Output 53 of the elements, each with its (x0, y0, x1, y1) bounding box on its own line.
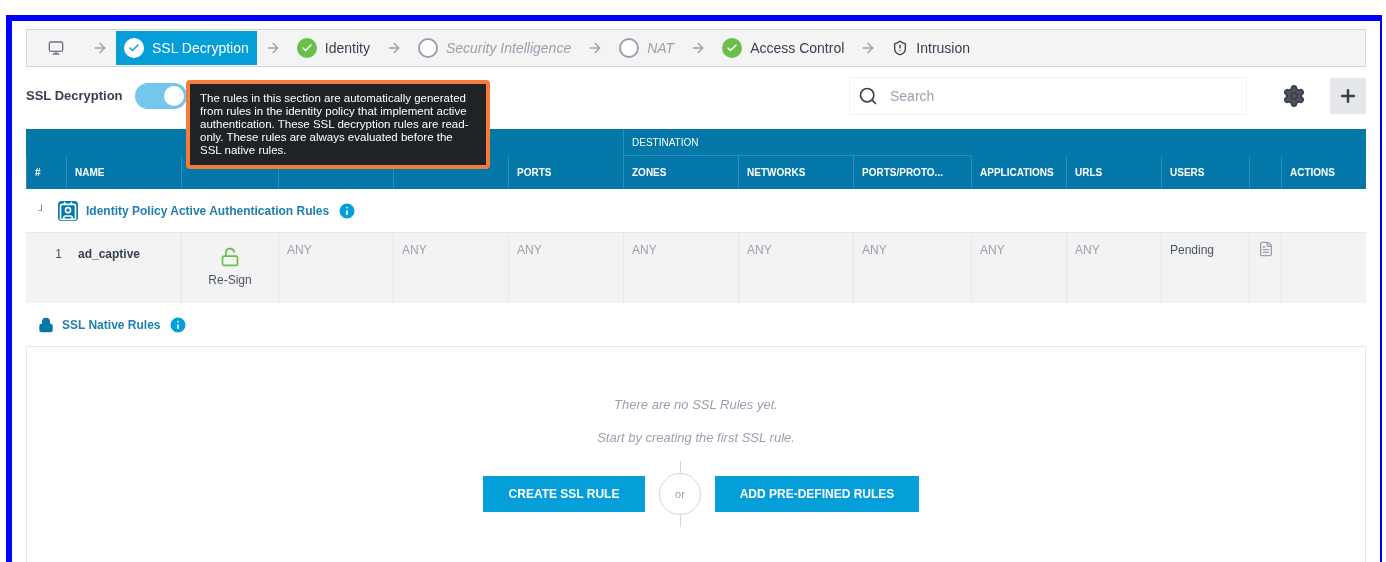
step-tab[interactable]: NAT (611, 31, 683, 65)
search-input[interactable]: Search (890, 85, 1238, 107)
section-title: SSL Decryption (26, 87, 123, 106)
create-rule-button[interactable]: CREATE SSL RULE (483, 476, 645, 512)
table-cell: ANY (623, 233, 738, 303)
table-cell: ANY (1066, 233, 1161, 303)
column-header: PORTS (508, 156, 623, 189)
step-tab[interactable]: Intrusion (884, 31, 978, 65)
column-header: APPLICATIONS (971, 156, 1066, 189)
predefined-rules-button[interactable]: ADD PRE-DEFINED RULES (715, 476, 919, 512)
table-cell-text: 1 (54, 246, 63, 263)
column-header: # (26, 156, 66, 189)
table-cell: ANY (508, 233, 623, 303)
section-heading: SSL Native Rules (62, 316, 161, 334)
table-cell: ANY (853, 233, 971, 303)
column-header: PORTS/PROTO... (853, 156, 971, 189)
column-group-header: DESTINATION (623, 129, 971, 156)
unlock-icon (220, 247, 240, 267)
plus-icon (1338, 86, 1358, 106)
id-card-icon (58, 200, 78, 221)
table-cell: ANY (738, 233, 853, 303)
column-header: ACTIONS (1281, 156, 1366, 189)
toggle-switch[interactable] (134, 83, 187, 109)
column-header: NAME (66, 156, 181, 189)
lock-icon (38, 316, 54, 333)
log-icon[interactable] (1258, 241, 1274, 257)
column-header: NETWORKS (738, 156, 853, 189)
devices-icon[interactable] (48, 40, 64, 56)
table-cell: Pending (1161, 233, 1249, 303)
table-cell: ANY (393, 233, 508, 303)
step-tab[interactable]: Access Control (714, 31, 853, 65)
add-button[interactable] (1330, 78, 1366, 114)
info-icon[interactable] (168, 314, 189, 335)
step-tab[interactable]: SSL Decryption (116, 31, 257, 65)
column-header: URLS (1066, 156, 1161, 189)
section-heading: Identity Policy Active Authentication Rules (86, 202, 330, 220)
empty-message: There are no SSL Rules yet. (614, 396, 778, 414)
action-label: Re-Sign (208, 272, 252, 289)
search-icon (858, 86, 878, 106)
empty-hint: Start by creating the first SSL rule. (597, 428, 795, 447)
table-cell: ANY (971, 233, 1066, 303)
table-cell-text: ad_captive (77, 246, 142, 263)
info-icon[interactable] (337, 200, 358, 221)
table-cell: ANY (278, 233, 393, 303)
step-tab[interactable]: Identity (288, 31, 378, 65)
settings-icon[interactable] (1282, 84, 1306, 108)
arrow-icon (92, 40, 108, 56)
shield-icon (892, 40, 909, 56)
collapse-toggle[interactable]: ┘ (38, 203, 50, 218)
column-header: ZONES (623, 156, 738, 189)
step-tab[interactable]: Security Intelligence (409, 31, 580, 65)
tooltip: The rules in this section are automatically generated from rules in the identity policy that implement active authentication. These SSL decryption rules are read-only. These rules are always evaluated before the SSL native rules. (186, 80, 490, 169)
column-header: USERS (1161, 156, 1249, 189)
